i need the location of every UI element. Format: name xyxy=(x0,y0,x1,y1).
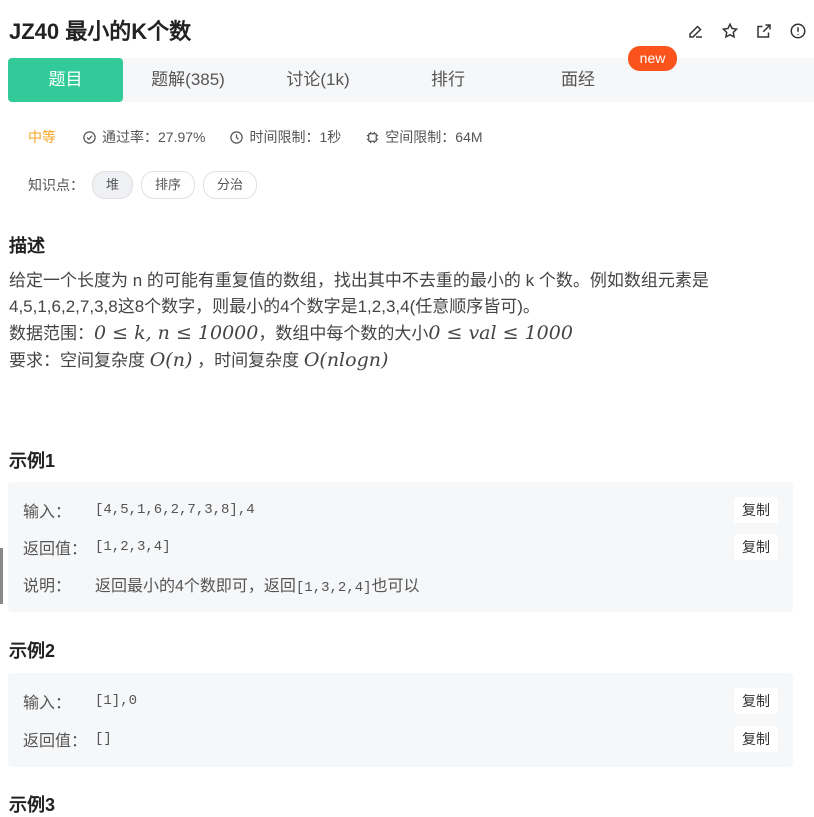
chip-icon xyxy=(367,131,379,143)
input-label: 输入： xyxy=(23,504,72,521)
copy-button[interactable]: 复制 xyxy=(734,726,778,752)
example2-box: 输入： [1],0 复制 返回值： [] 复制 xyxy=(8,673,793,767)
range-math-1: 0 ≤ k, n ≤ 10000 xyxy=(94,322,259,344)
example2-heading: 示例2 xyxy=(9,641,56,661)
report-icon[interactable] xyxy=(788,21,808,41)
tab-bar: 题目 题解(385) 讨论(1k) 排行 面经 xyxy=(8,58,814,102)
pass-rate-text: 通过率：27.97% xyxy=(102,129,206,145)
req-prefix: 要求：空间复杂度 xyxy=(9,351,150,370)
example1-heading: 示例1 xyxy=(9,451,56,471)
complexity-requirement: 要求：空间复杂度 O(n) ，时间复杂度 O(nlogn) xyxy=(9,347,799,374)
edit-icon[interactable] xyxy=(686,21,706,41)
tab-problem[interactable]: 题目 xyxy=(8,58,123,102)
new-badge: new xyxy=(628,46,677,71)
time-limit-text: 时间限制：1秒 xyxy=(249,129,342,145)
example1-note-row: 说明： 返回最小的4个数即可，返回[1,3,2,4]也可以 xyxy=(23,571,420,597)
note-post: 也可以 xyxy=(371,578,420,595)
example2-input: [1],0 xyxy=(95,693,138,709)
check-circle-icon xyxy=(83,130,96,144)
tab-interview[interactable]: 面经 xyxy=(513,58,643,102)
req-math-2: O(nlogn) xyxy=(303,349,389,371)
pass-rate: 通过率：27.97% xyxy=(82,127,205,147)
example1-note: 返回最小的4个数即可，返回[1,3,2,4]也可以 xyxy=(95,572,420,596)
note-label: 说明： xyxy=(23,578,72,595)
example1-input-row: 输入： [4,5,1,6,2,7,3,8],4 xyxy=(23,497,255,523)
scroll-handle[interactable] xyxy=(0,548,3,604)
data-range: 数据范围：0 ≤ k, n ≤ 10000，数组中每个数的大小0 ≤ val ≤… xyxy=(9,320,799,347)
memory-limit: 空间限制：64M xyxy=(365,127,483,147)
tab-ranking[interactable]: 排行 xyxy=(383,58,513,102)
description-text: 给定一个长度为 n 的可能有重复值的数组，找出其中不去重的最小的 k 个数。例如… xyxy=(9,271,709,316)
tab-discussion[interactable]: 讨论(1k) xyxy=(253,58,383,102)
description-body: 给定一个长度为 n 的可能有重复值的数组，找出其中不去重的最小的 k 个数。例如… xyxy=(9,268,799,374)
note-pre: 返回最小的4个数即可，返回 xyxy=(95,578,296,595)
problem-meta: 中等 通过率：27.97% 时间限制：1秒 空间限制：64M xyxy=(28,127,507,147)
range-prefix: 数据范围： xyxy=(9,324,94,343)
note-code: [1,3,2,4] xyxy=(295,580,372,596)
example1-box: 输入： [4,5,1,6,2,7,3,8],4 复制 返回值： [1,2,3,4… xyxy=(8,482,793,612)
tag-heap[interactable]: 堆 xyxy=(92,171,134,199)
knowledge-tags: 知识点： 堆 排序 分治 xyxy=(28,171,258,199)
req-math-1: O(n) xyxy=(149,349,193,371)
req-mid: ，时间复杂度 xyxy=(192,351,304,370)
tab-solutions[interactable]: 题解(385) xyxy=(123,58,253,102)
example3-heading: 示例3 xyxy=(9,795,56,815)
example1-input: [4,5,1,6,2,7,3,8],4 xyxy=(95,502,255,518)
clock-icon xyxy=(230,130,244,144)
header-actions xyxy=(686,21,808,41)
star-icon[interactable] xyxy=(720,21,740,41)
copy-button[interactable]: 复制 xyxy=(734,534,778,560)
difficulty-label: 中等 xyxy=(28,129,56,145)
example1-output-row: 返回值： [1,2,3,4] xyxy=(23,534,171,560)
memory-limit-text: 空间限制：64M xyxy=(385,129,483,145)
share-icon[interactable] xyxy=(754,21,774,41)
problem-title: JZ40 最小的K个数 xyxy=(9,19,192,44)
output-label: 返回值： xyxy=(23,733,88,750)
example2-output-row: 返回值： [] xyxy=(23,726,112,752)
example1-output: [1,2,3,4] xyxy=(95,539,171,555)
tags-label: 知识点： xyxy=(28,177,84,193)
description-heading: 描述 xyxy=(9,236,45,256)
example2-output: [] xyxy=(95,731,112,747)
output-label: 返回值： xyxy=(23,541,88,558)
copy-button[interactable]: 复制 xyxy=(734,497,778,523)
range-math-2: 0 ≤ val ≤ 1000 xyxy=(428,322,573,344)
input-label: 输入： xyxy=(23,695,72,712)
time-limit: 时间限制：1秒 xyxy=(229,127,341,147)
tag-divide-conquer[interactable]: 分治 xyxy=(203,171,258,199)
example2-input-row: 输入： [1],0 xyxy=(23,688,137,714)
copy-button[interactable]: 复制 xyxy=(734,688,778,714)
range-mid: ，数组中每个数的大小 xyxy=(258,324,429,343)
tag-sort[interactable]: 排序 xyxy=(141,171,196,199)
